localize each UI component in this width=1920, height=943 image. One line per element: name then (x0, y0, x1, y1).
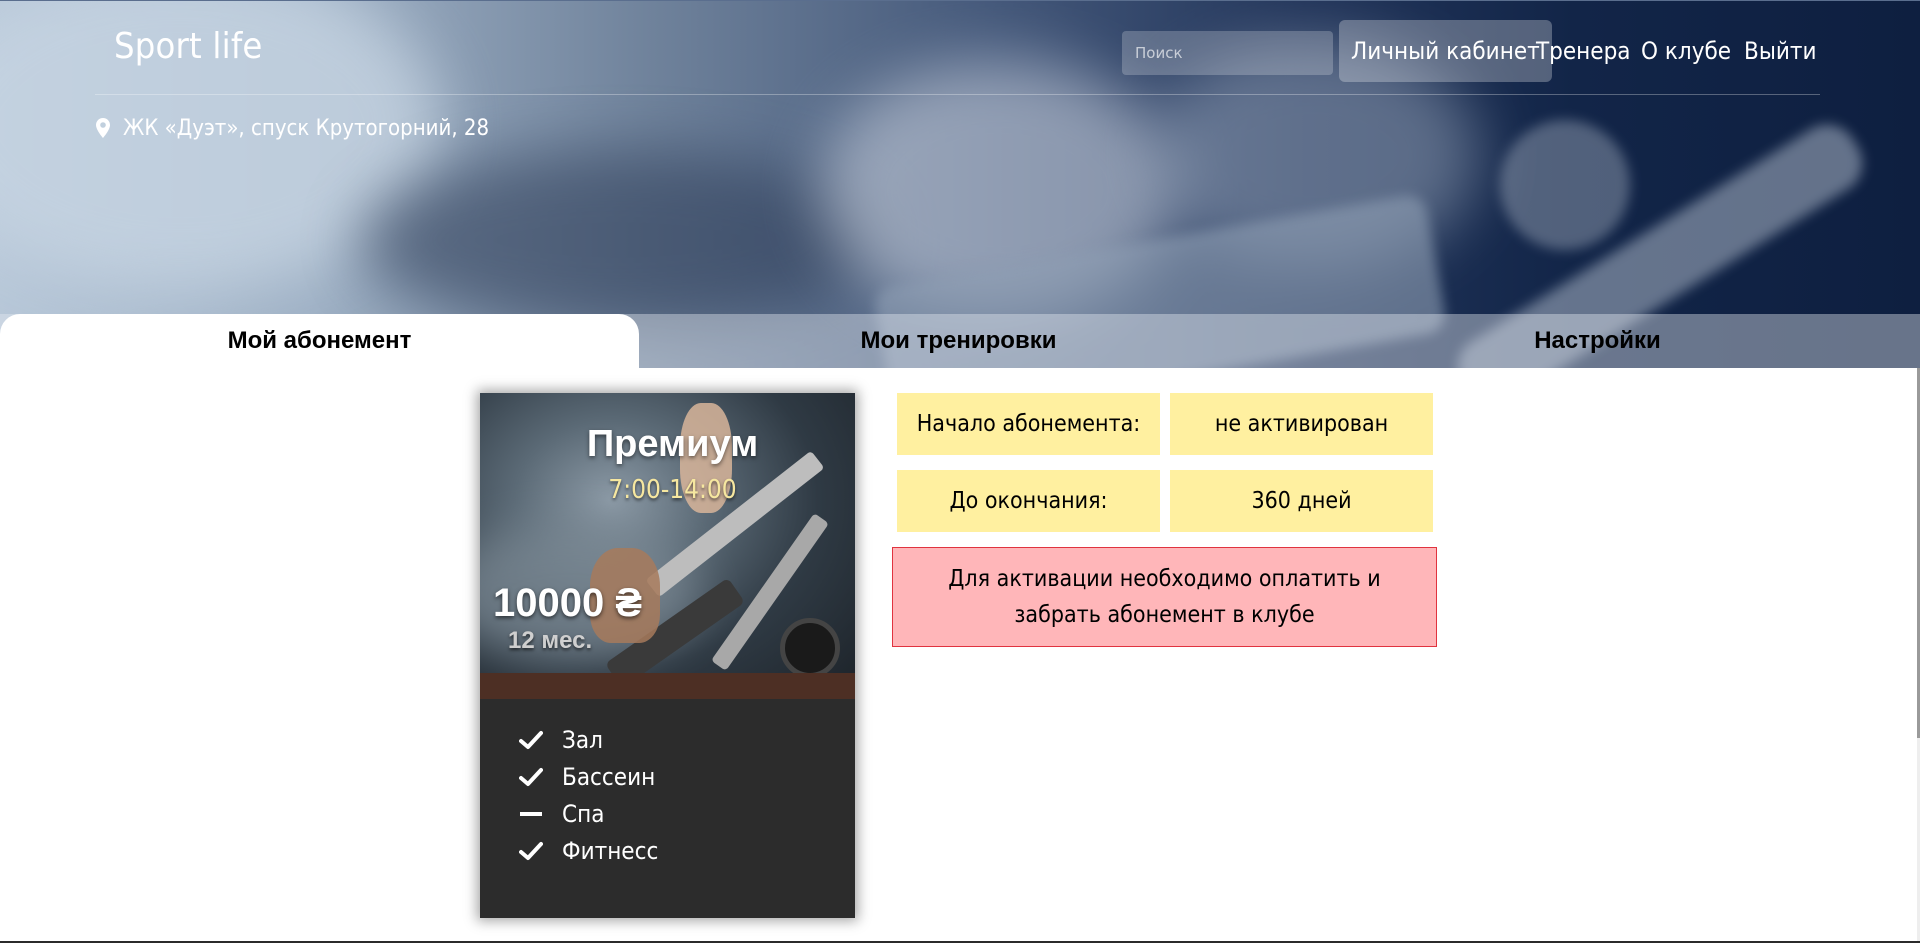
card-photo-floor (480, 673, 855, 699)
feature-label: Зал (562, 725, 603, 754)
feature-item-gym: Зал (516, 721, 658, 758)
hero-banner (0, 0, 1920, 368)
nav-link-about-club[interactable]: О клубе (1641, 20, 1731, 82)
map-marker-icon (96, 118, 110, 138)
check-icon (516, 764, 546, 790)
feature-label: Спа (562, 799, 605, 828)
search-input[interactable] (1122, 31, 1333, 75)
membership-start-label: Начало абонемента: (897, 393, 1160, 455)
nav-link-trainers[interactable]: Тренера (1536, 20, 1631, 82)
nav-link-personal-account[interactable]: Личный кабинет (1339, 20, 1552, 82)
check-icon (516, 727, 546, 753)
address-text: ЖК «Дуэт», спуск Крутогорний, 28 (123, 116, 490, 141)
header-divider (95, 94, 1820, 95)
hero-top-border (0, 0, 1920, 1)
activation-alert-text: Для активации необходимо оплатить и забр… (948, 566, 1381, 628)
hero-background-shape (360, 150, 880, 330)
check-icon (516, 838, 546, 864)
feature-item-fitness: Фитнесс (516, 832, 658, 869)
club-address: ЖК «Дуэт», спуск Крутогорний, 28 (96, 114, 489, 144)
tab-settings[interactable]: Настройки (1278, 314, 1917, 368)
membership-plan-period: 12 мес. (508, 627, 593, 654)
nav-link-logout[interactable]: Выйти (1744, 20, 1817, 82)
feature-item-pool: Бассеин (516, 758, 658, 795)
membership-start-value: не активирован (1170, 393, 1433, 455)
card-photo-machine-frame (645, 450, 825, 598)
membership-remaining-label: До окончания: (897, 470, 1160, 532)
membership-card[interactable]: Премиум 7:00-14:00 10000 ₴ 12 мес. Зал Б… (480, 393, 855, 918)
membership-plan-price: 10000 ₴ (493, 581, 643, 625)
brand-logo[interactable]: Sport life (114, 26, 263, 67)
feature-item-spa: Спа (516, 795, 658, 832)
membership-remaining-value: 360 дней (1170, 470, 1433, 532)
membership-card-image: Премиум 7:00-14:00 10000 ₴ 12 мес. (480, 393, 855, 699)
dash-icon (516, 801, 546, 827)
hero-background-shape (1500, 120, 1630, 250)
membership-features-list: Зал Бассеин Спа Фитнесс (516, 721, 658, 869)
activation-alert: Для активации необходимо оплатить и забр… (892, 547, 1437, 647)
membership-plan-hours: 7:00-14:00 (608, 475, 737, 505)
tab-my-membership[interactable]: Мой абонемент (0, 314, 639, 368)
tab-my-trainings[interactable]: Мои тренировки (639, 314, 1278, 368)
membership-plan-title: Премиум (586, 423, 759, 465)
feature-label: Бассеин (562, 762, 656, 791)
feature-label: Фитнесс (562, 836, 659, 865)
card-photo-weight-plate (780, 618, 840, 678)
